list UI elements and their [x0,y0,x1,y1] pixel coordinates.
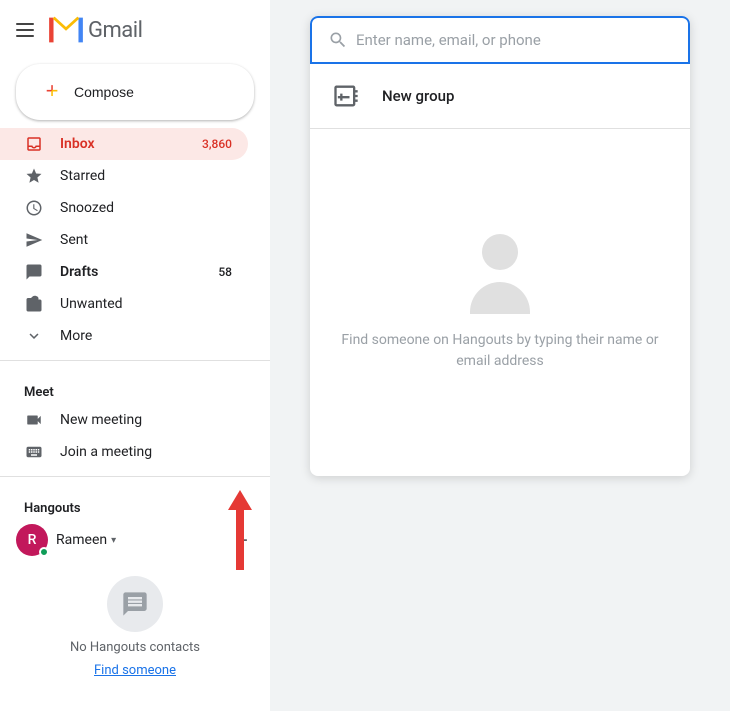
user-avatar: R [16,524,48,556]
more-label: More [60,328,92,344]
meet-section-header: Meet [0,369,270,404]
star-icon [24,166,44,186]
sent-icon [24,230,44,250]
find-someone-link[interactable]: Find someone [94,663,176,678]
drafts-count: 58 [218,265,232,279]
no-contacts-area: No Hangouts contacts Find someone [0,560,270,694]
compose-button[interactable]: Compose [16,64,254,120]
nav-item-more[interactable]: More [0,320,248,352]
keyboard-icon [24,442,44,462]
search-input[interactable] [356,31,672,49]
nav-item-sent[interactable]: Sent [0,224,248,256]
sidebar-top: Gmail [0,8,270,60]
user-initial: R [28,532,37,548]
nav-item-join-meeting[interactable]: Join a meeting [0,436,248,468]
gmail-logo: Gmail [48,12,142,48]
unwanted-icon [24,294,44,314]
nav-item-unwanted[interactable]: Unwanted [0,288,248,320]
inbox-icon [24,134,44,154]
join-meeting-label: Join a meeting [60,444,152,460]
divider-1 [0,360,270,361]
snooze-icon [24,198,44,218]
hamburger-menu-button[interactable] [16,18,40,42]
search-bar [310,16,690,64]
red-arrow-annotation [228,490,252,570]
gmail-title: Gmail [88,18,142,43]
starred-label: Starred [60,168,105,184]
user-name-chevron: ▾ [111,535,116,546]
new-group-item[interactable]: New group [310,64,690,129]
sidebar: Gmail Compose Inbox 3,860 Starred Snooze… [0,0,270,711]
new-group-label: New group [382,87,454,105]
person-head [482,234,518,270]
red-arrow-shaft [236,510,244,570]
compose-plus-icon [40,80,64,104]
red-arrow-head [228,490,252,510]
nav-item-new-meeting[interactable]: New meeting [0,404,248,436]
gmail-m-icon [48,12,84,48]
drafts-label: Drafts [60,264,98,280]
inbox-label: Inbox [60,136,95,152]
new-group-icon [326,76,366,116]
hangouts-popup: New group Find someone on Hangouts by ty… [310,16,690,476]
no-contacts-text: No Hangouts contacts [70,640,200,655]
nav-item-inbox[interactable]: Inbox 3,860 [0,128,248,160]
snoozed-label: Snoozed [60,200,114,216]
divider-2 [0,476,270,477]
nav-item-starred[interactable]: Starred [0,160,248,192]
drafts-icon [24,262,44,282]
sent-label: Sent [60,232,88,248]
new-meeting-label: New meeting [60,412,142,428]
right-panel: New group Find someone on Hangouts by ty… [270,0,730,711]
nav-item-drafts[interactable]: Drafts 58 [0,256,248,288]
compose-label: Compose [74,84,134,100]
search-icon [328,30,348,50]
empty-state-text: Find someone on Hangouts by typing their… [334,330,666,372]
inbox-count: 3,860 [202,137,232,151]
video-icon [24,410,44,430]
online-status-dot [39,547,49,557]
person-body [470,282,530,314]
chat-bubble-icon [107,576,163,632]
user-name[interactable]: Rameen ▾ [56,532,116,548]
popup-empty-state: Find someone on Hangouts by typing their… [310,129,690,476]
more-chevron-icon [24,326,44,346]
nav-item-snoozed[interactable]: Snoozed [0,192,248,224]
person-placeholder-icon [460,234,540,314]
unwanted-label: Unwanted [60,296,123,312]
